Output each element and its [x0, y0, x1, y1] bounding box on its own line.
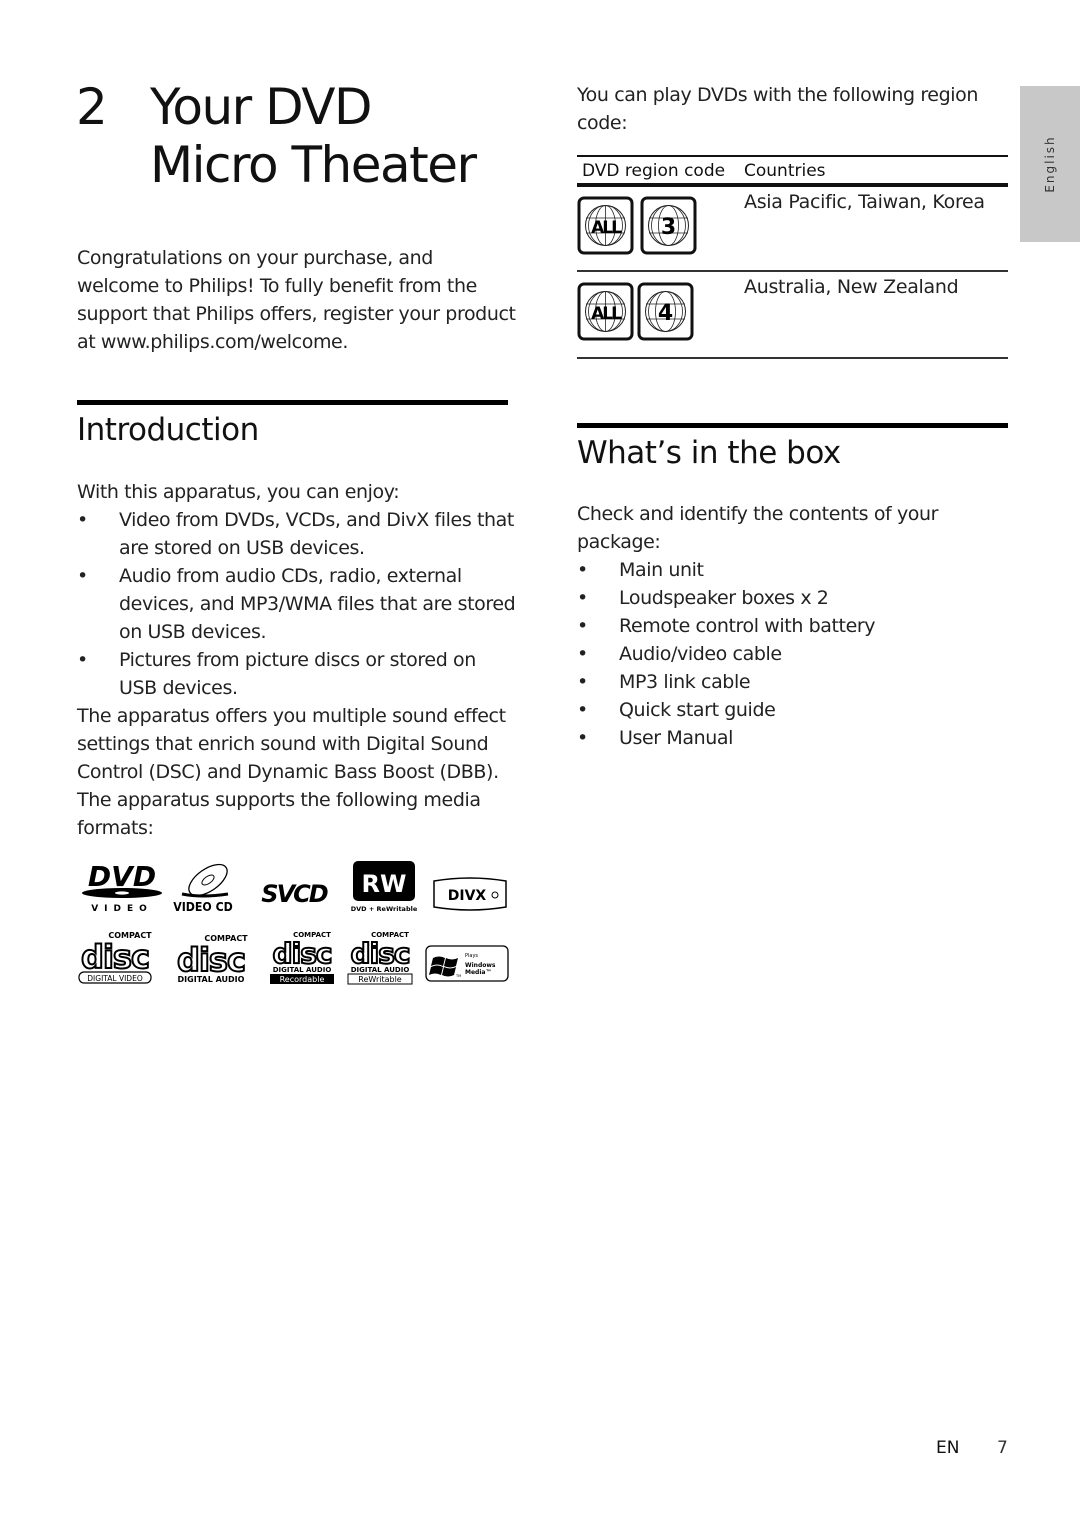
table-row: ALL 3	[577, 196, 697, 255]
plays-text: Plays	[465, 953, 478, 959]
table-header-rule	[577, 183, 1008, 187]
table-top-rule	[577, 155, 1008, 157]
region-all-icon: ALL	[577, 196, 634, 255]
whats-in-box-heading: What’s in the box	[577, 435, 841, 471]
section-divider	[77, 400, 508, 405]
box-contents-list: Main unit Loudspeaker boxes x 2 Remote c…	[577, 556, 997, 752]
whats-in-box-body: Check and identify the contents of your …	[577, 500, 997, 752]
chapter-title-line2: Micro Theater	[150, 136, 477, 194]
dvd-video-logo: DVD VIDEO	[82, 860, 162, 914]
rw-subtext: DVD + ReWritable	[351, 905, 418, 913]
digital-audio-text: DIGITAL AUDIO	[178, 975, 245, 984]
disc-inner-ring	[201, 874, 215, 886]
introduction-heading: Introduction	[77, 412, 259, 448]
list-item: Audio from audio CDs, radio, external de…	[77, 562, 517, 646]
page-number: 7	[997, 1438, 1008, 1458]
windows-media-logo: TM Plays Windows Media™	[425, 945, 509, 982]
list-item: Audio/video cable	[577, 640, 997, 668]
windows-text: Windows	[465, 962, 496, 969]
region-countries: Asia Pacific, Taiwan, Korea	[744, 191, 985, 213]
list-item: Main unit	[577, 556, 997, 584]
introduction-paragraph: The apparatus offers you multiple sound …	[77, 705, 506, 839]
digital-audio-text: DIGITAL AUDIO	[351, 966, 410, 974]
disc-text: disc	[177, 941, 245, 979]
video-cd-text: VIDEO CD	[173, 899, 233, 914]
disc-hole	[115, 891, 129, 895]
region-countries: Australia, New Zealand	[744, 276, 959, 298]
badge-text: 3	[661, 215, 676, 240]
badge-text: ALL	[591, 304, 622, 324]
chapter-title: Your DVD Micro Theater	[150, 78, 477, 194]
table-bottom-rule	[577, 357, 1008, 359]
chapter-number: 2	[76, 78, 108, 136]
table-row: ALL 4	[577, 282, 694, 341]
list-item: Video from DVDs, VCDs, and DivX files th…	[77, 506, 517, 562]
video-cd-logo: VIDEO CD	[173, 863, 233, 914]
whats-in-box-lead: Check and identify the contents of your …	[577, 503, 939, 553]
list-item: Pictures from picture discs or stored on…	[77, 646, 517, 702]
list-item: MP3 link cable	[577, 668, 997, 696]
introduction-body: With this apparatus, you can enjoy: Vide…	[77, 478, 517, 842]
list-item: Quick start guide	[577, 696, 997, 724]
dvd-rewritable-logo: RW DVD + ReWritable	[351, 861, 418, 913]
compact-disc-digital-video-logo: COMPACT disc DIGITAL VIDEO	[78, 931, 152, 984]
svcd-text: SVCD	[261, 880, 327, 908]
footer-language: EN	[936, 1438, 960, 1458]
table-header-countries: Countries	[744, 161, 826, 181]
table-row-divider	[577, 270, 1008, 272]
list-item: Loudspeaker boxes x 2	[577, 584, 997, 612]
list-item: Remote control with battery	[577, 612, 997, 640]
digital-audio-text: DIGITAL AUDIO	[273, 966, 332, 974]
badge-text: 4	[658, 301, 673, 326]
media-text: Media™	[465, 969, 491, 976]
chapter-title-line1: Your DVD	[150, 78, 372, 136]
region-3-icon: 3	[640, 196, 697, 255]
language-tab-label: English	[1043, 135, 1057, 193]
introduction-lead: With this apparatus, you can enjoy:	[77, 481, 400, 503]
welcome-paragraph: Congratulations on your purchase, and we…	[77, 247, 516, 353]
dvd-video-subtext: VIDEO	[91, 904, 153, 914]
compact-disc-rewritable-logo: COMPACT disc DIGITAL AUDIO ReWritable	[347, 931, 413, 985]
recordable-text: Recordable	[280, 975, 325, 984]
region-intro: You can play DVDs with the following reg…	[577, 84, 979, 134]
region-all-icon: ALL	[577, 282, 634, 341]
digital-video-text: DIGITAL VIDEO	[87, 974, 143, 983]
introduction-feature-list: Video from DVDs, VCDs, and DivX files th…	[77, 506, 517, 702]
divx-text: DIVX	[448, 888, 487, 904]
list-item: User Manual	[577, 724, 997, 752]
divx-logo: DIVX	[433, 877, 507, 911]
region-4-icon: 4	[637, 282, 694, 341]
language-tab: English	[1020, 86, 1080, 242]
section-divider	[577, 423, 1008, 428]
compact-disc-digital-audio-logo: COMPACT disc DIGITAL AUDIO	[176, 934, 248, 984]
badge-text: ALL	[591, 218, 622, 238]
table-header-region-code: DVD region code	[582, 161, 726, 181]
disc-text: disc	[81, 938, 149, 976]
compact-disc-recordable-logo: COMPACT disc DIGITAL AUDIO Recordable	[270, 931, 334, 984]
rw-text: RW	[362, 870, 407, 898]
rewritable-text: ReWritable	[358, 975, 402, 984]
trademark-text: TM	[455, 974, 461, 978]
svcd-logo: SVCD	[261, 880, 329, 908]
